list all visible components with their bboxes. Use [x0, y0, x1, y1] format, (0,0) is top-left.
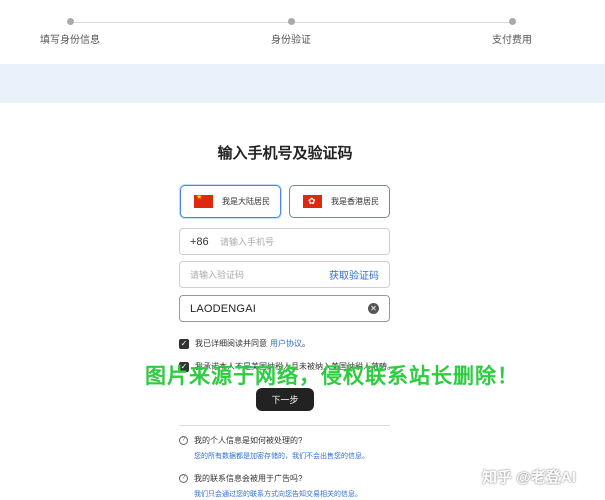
- step-dot: [287, 18, 295, 25]
- name-value[interactable]: LAODENGAI: [180, 303, 368, 315]
- checkbox-checked-icon[interactable]: ✓: [179, 338, 189, 349]
- agreement-suffix: 。: [302, 339, 310, 348]
- faq-question: 我的个人信息是如何被处理的?: [194, 436, 303, 445]
- user-agreement-link[interactable]: 用户协议: [270, 338, 302, 349]
- faq-question: 我的联系信息会被用于广告吗?: [194, 474, 303, 483]
- divider: [179, 425, 390, 426]
- region-hongkong-button[interactable]: 我是香港居民: [289, 185, 390, 218]
- page-title: 输入手机号及验证码: [217, 145, 353, 162]
- phone-placeholder[interactable]: 请输入手机号: [220, 235, 274, 248]
- header-band: [0, 64, 605, 103]
- question-icon: ?: [179, 474, 188, 483]
- question-icon: ?: [179, 436, 188, 445]
- region-label: 我是香港居民: [331, 197, 379, 206]
- hk-flag-icon: [303, 195, 322, 208]
- get-code-button[interactable]: 获取验证码: [329, 267, 389, 282]
- step-fill-identity: 填写身份信息: [15, 18, 125, 46]
- country-code: +86: [190, 235, 209, 248]
- clear-icon[interactable]: ✕: [368, 303, 379, 314]
- faq-answer: 您的所有数据都是加密存储的，我们不会出售您的信息。: [194, 453, 369, 460]
- step-payment: 支付费用: [457, 18, 567, 46]
- step-label: 身份验证: [271, 35, 311, 46]
- step-dot: [508, 18, 516, 25]
- phone-field[interactable]: +86 请输入手机号: [179, 228, 390, 255]
- region-label: 我是大陆居民: [222, 197, 270, 206]
- step-dot: [66, 18, 74, 25]
- agreement-checkbox-row[interactable]: ✓ 我已详细阅读并同意 用户协议 。: [179, 338, 310, 349]
- faq-answer: 我们只会通过您的联系方式向您告知交易相关的信息。: [194, 491, 362, 498]
- next-step-button[interactable]: 下一步: [256, 388, 314, 411]
- progress-stepper: 填写身份信息 身份验证 支付费用: [0, 0, 605, 62]
- faq-item: ? 我的联系信息会被用于广告吗? 我们只会通过您的联系方式向您告知交易相关的信息。: [179, 473, 419, 499]
- verification-code-field[interactable]: 请输入验证码 获取验证码: [179, 261, 390, 288]
- zhihu-watermark: 知乎 @老登AI: [482, 469, 576, 486]
- region-mainland-button[interactable]: 我是大陆居民: [180, 185, 281, 218]
- name-field[interactable]: LAODENGAI ✕: [179, 295, 390, 322]
- faq-item: ? 我的个人信息是如何被处理的? 您的所有数据都是加密存储的，我们不会出售您的信息…: [179, 435, 419, 461]
- agreement-text: 我已详细阅读并同意: [195, 339, 267, 348]
- cn-flag-icon: [194, 193, 213, 208]
- step-identity-verification: 身份验证: [236, 18, 346, 46]
- watermark-overlay: 图片来源于网络，侵权联系站长删除！: [145, 365, 519, 388]
- code-placeholder[interactable]: 请输入验证码: [180, 268, 329, 281]
- step-label: 填写身份信息: [40, 35, 100, 46]
- step-label: 支付费用: [492, 35, 532, 46]
